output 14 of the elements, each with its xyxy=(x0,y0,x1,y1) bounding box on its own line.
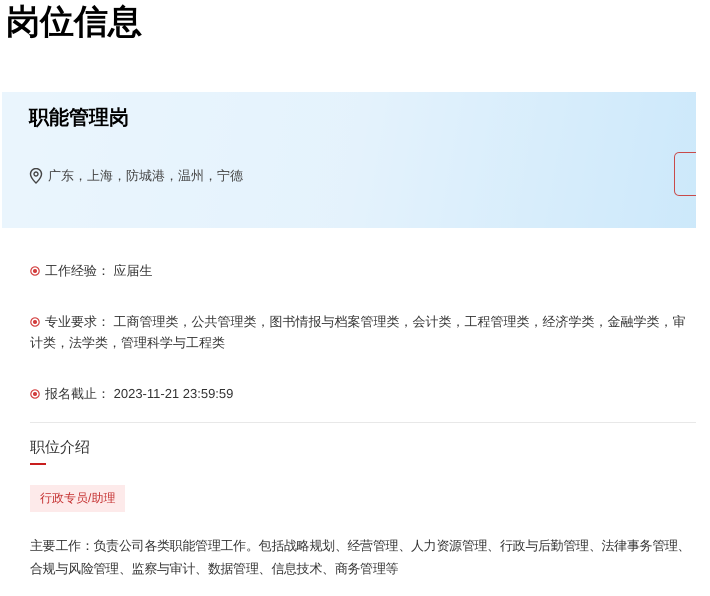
bullet-icon xyxy=(30,317,40,327)
detail-text: 报名截止： 2023-11-21 23:59:59 xyxy=(30,383,696,404)
job-description: 主要工作：负责公司各类职能管理工作。包括战略规划、经营管理、人力资源管理、行政与后勤管理、法律事务管理、合规与风险管理、监察与审计、数据管理、信息技术、商务管理等 xyxy=(30,537,692,578)
section-heading: 职位介绍 xyxy=(30,438,90,458)
bullet-icon xyxy=(30,389,40,399)
location-list: 广东，上海，防城港，温州，宁德 xyxy=(48,166,243,186)
location-pin-icon xyxy=(29,168,43,184)
detail-text: 专业要求： 工商管理类，公共管理类，图书情报与档案管理类，会计类，工程管理类，经济学类，金融学类，审计类，法学类，管理科学与工程类 xyxy=(30,313,687,352)
bullet-icon xyxy=(30,266,40,276)
outline-button[interactable] xyxy=(674,152,696,196)
job-title: 职能管理岗 xyxy=(29,106,130,131)
job-tag: 行政专员/助理 xyxy=(30,485,126,512)
page-title: 岗位信息 xyxy=(5,2,143,43)
detail-text: 工作经验： 应届生 xyxy=(30,260,696,281)
